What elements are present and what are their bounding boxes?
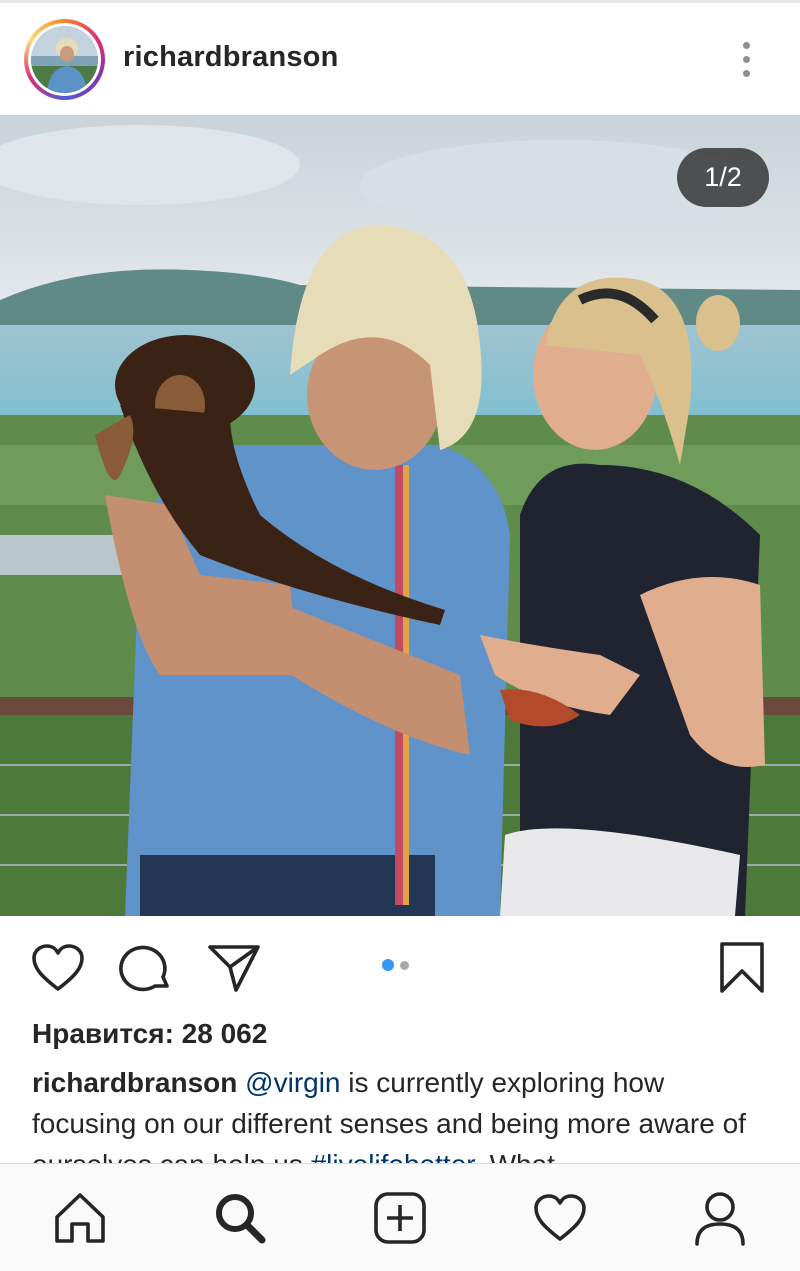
comment-icon[interactable]	[118, 940, 174, 996]
post-header: richardbranson	[0, 3, 800, 115]
profile-icon[interactable]	[690, 1188, 750, 1248]
carousel-indicator	[382, 958, 422, 972]
post-caption: richardbranson @virgin is currently expl…	[32, 1062, 772, 1167]
avatar-image	[31, 26, 98, 93]
caption-username[interactable]: richardbranson	[32, 1067, 237, 1098]
likes-count[interactable]: Нравится: 28 062	[32, 1018, 267, 1050]
add-post-icon[interactable]	[370, 1188, 430, 1248]
bottom-nav	[0, 1163, 800, 1271]
caption-mention[interactable]: @virgin	[245, 1067, 340, 1098]
bookmark-icon[interactable]	[714, 940, 770, 996]
post-username[interactable]: richardbranson	[123, 41, 339, 74]
carousel-dot-active	[382, 959, 394, 971]
share-icon[interactable]	[206, 940, 262, 996]
search-icon[interactable]	[210, 1188, 270, 1248]
avatar[interactable]	[24, 19, 105, 100]
like-icon[interactable]	[30, 940, 86, 996]
home-icon[interactable]	[50, 1188, 110, 1248]
post-photo[interactable]	[0, 115, 800, 916]
more-options-icon[interactable]	[728, 33, 764, 85]
carousel-counter: 1/2	[677, 148, 769, 207]
carousel-dot	[400, 960, 409, 970]
activity-heart-icon[interactable]	[530, 1188, 590, 1248]
